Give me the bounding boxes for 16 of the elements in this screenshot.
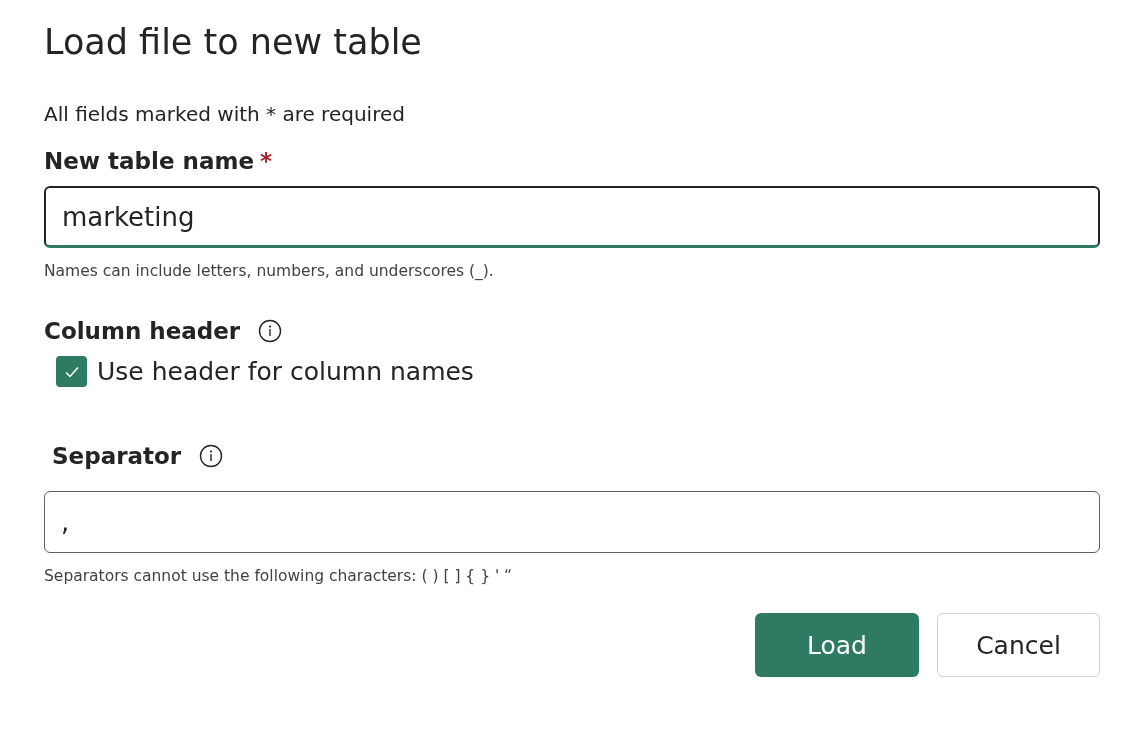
checkbox-label[interactable]: Use header for column names xyxy=(97,357,474,386)
info-icon[interactable] xyxy=(258,319,283,343)
required-mark: * xyxy=(260,148,273,174)
input-field[interactable]: , xyxy=(44,491,1100,553)
field-label: New table name xyxy=(44,148,255,174)
hint-text: Names can include letters, numbers, and underscores (_). xyxy=(44,262,495,280)
field-label: Separator xyxy=(52,443,182,469)
section-label: Column header xyxy=(44,318,241,344)
dialog-title: Load file to new table xyxy=(44,22,423,62)
checkbox[interactable] xyxy=(56,356,87,387)
required-note: All fields marked with * are required xyxy=(44,102,406,126)
info-icon[interactable] xyxy=(199,444,224,468)
cancel-button[interactable]: Cancel xyxy=(937,613,1100,677)
input-field[interactable]: marketing xyxy=(44,186,1100,248)
load-button[interactable]: Load xyxy=(755,613,919,677)
hint-text: Separators cannot use the following characters: ( ) [ ] { } ' “ xyxy=(44,567,514,585)
